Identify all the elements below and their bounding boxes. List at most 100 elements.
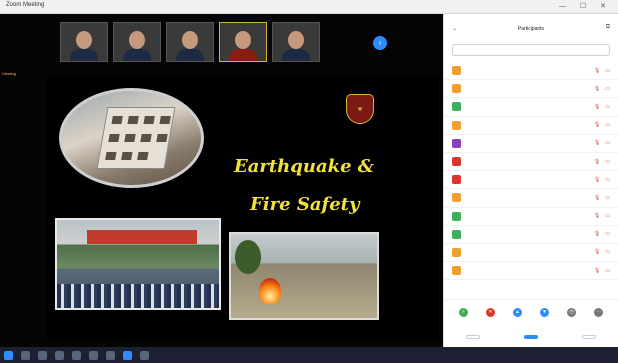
- participant-face: [76, 31, 92, 49]
- video-off-icon[interactable]: ▭: [605, 122, 610, 128]
- panel-action-buttons: [444, 331, 618, 343]
- search-icon[interactable]: [21, 350, 30, 360]
- participant-row[interactable]: 🎙 ▭: [444, 189, 618, 208]
- video-tile[interactable]: [60, 22, 108, 62]
- avatar: [452, 266, 461, 276]
- participant-row[interactable]: 🎙 ▭: [444, 117, 618, 135]
- mic-muted-icon[interactable]: 🎙: [594, 159, 600, 165]
- mic-muted-icon[interactable]: 🎙: [594, 68, 600, 74]
- video-tile[interactable]: [272, 22, 320, 62]
- feedback-button[interactable]: ✓: [459, 308, 468, 319]
- mic-muted-icon[interactable]: 🎙: [594, 213, 600, 219]
- participant-row[interactable]: 🎙 ▭: [444, 62, 618, 81]
- mic-muted-icon[interactable]: 🎙: [594, 86, 600, 92]
- up-icon: ▲: [513, 308, 522, 317]
- task-view-icon[interactable]: [38, 350, 47, 360]
- video-off-icon[interactable]: ▭: [605, 249, 610, 255]
- avatar: [452, 193, 461, 203]
- video-off-icon[interactable]: ▭: [605, 86, 610, 92]
- avatar: [452, 102, 461, 112]
- zoom-app-icon[interactable]: [123, 350, 132, 360]
- participant-row[interactable]: 🎙 ▭: [444, 135, 618, 153]
- video-off-icon[interactable]: ▭: [605, 268, 610, 274]
- video-off-icon[interactable]: ▭: [605, 231, 610, 237]
- feedback-button[interactable]: ✕: [486, 308, 495, 319]
- participant-row[interactable]: 🎙 ▭: [444, 98, 618, 117]
- avatar: [452, 175, 461, 185]
- avatar: [452, 247, 461, 257]
- video-off-icon[interactable]: ▭: [605, 68, 610, 74]
- mic-muted-icon[interactable]: 🎙: [594, 122, 600, 128]
- collapsed-building-photo: [59, 88, 204, 188]
- school-drill-photo: [55, 218, 221, 310]
- mail-icon[interactable]: [89, 350, 98, 360]
- participant-row[interactable]: 🎙 ▭: [444, 80, 618, 99]
- video-tile[interactable]: [113, 22, 161, 62]
- video-off-icon[interactable]: ▭: [605, 177, 610, 183]
- mic-muted-icon[interactable]: 🎙: [594, 195, 600, 201]
- video-off-icon[interactable]: ▭: [605, 104, 610, 110]
- mic-muted-icon[interactable]: 🎙: [594, 140, 600, 146]
- participant-face: [235, 31, 251, 49]
- feedback-button[interactable]: ◷: [567, 308, 576, 319]
- avatar: [452, 120, 461, 130]
- video-tile[interactable]: [219, 22, 267, 62]
- chevron-right-icon: ›: [378, 38, 382, 47]
- feedback-button[interactable]: ▼: [540, 308, 549, 319]
- fire-drill-photo: [229, 232, 379, 320]
- meeting-stage: › Viewing ★ Earthquake & Fire Safety: [0, 14, 443, 347]
- participant-row[interactable]: 🎙 ▭: [444, 244, 618, 263]
- avatar: [452, 84, 461, 94]
- participant-row[interactable]: 🎙 ▭: [444, 171, 618, 190]
- participants-panel: ⌄ Participants ⧉ 🎙 ▭ 🎙 ▭ 🎙 ▭ 🎙 ▭ 🎙 ▭ 🎙 ▭ 🎙 ▭ 🎙 ▭ 🎙 ▭ 🎙 ▭ 🎙 ▭ 🎙…: [443, 14, 618, 347]
- mic-muted-icon[interactable]: 🎙: [594, 249, 600, 255]
- down-icon: ▼: [540, 308, 549, 317]
- popout-icon[interactable]: ⧉: [606, 24, 610, 31]
- avatar: [452, 157, 461, 167]
- window-controls[interactable]: — ☐ ✕: [559, 2, 612, 10]
- browser-icon[interactable]: [72, 350, 81, 360]
- participant-row[interactable]: 🎙 ▭: [444, 226, 618, 244]
- mic-muted-icon[interactable]: 🎙: [594, 177, 600, 183]
- video-off-icon[interactable]: ▭: [605, 140, 610, 146]
- participant-face: [288, 31, 304, 49]
- panel-header: ⌄ Participants ⧉: [444, 14, 618, 44]
- participant-body: [176, 49, 204, 61]
- participant-face: [129, 31, 145, 49]
- mic-muted-icon[interactable]: 🎙: [594, 231, 600, 237]
- panel-title: Participants: [517, 26, 545, 32]
- window-title: Zoom Meeting: [6, 2, 45, 8]
- mic-muted-icon[interactable]: 🎙: [594, 268, 600, 274]
- document-app-icon[interactable]: [140, 350, 149, 360]
- check-icon: ✓: [459, 308, 468, 317]
- file-explorer-icon[interactable]: [55, 350, 64, 360]
- store-icon[interactable]: [106, 350, 115, 360]
- avatar: [452, 229, 461, 239]
- participant-body: [70, 49, 98, 61]
- video-off-icon[interactable]: ▭: [605, 213, 610, 219]
- more-options-button[interactable]: [582, 335, 596, 339]
- windows-taskbar: [0, 347, 618, 363]
- mic-muted-icon[interactable]: 🎙: [594, 104, 600, 110]
- start-icon[interactable]: [4, 350, 13, 360]
- participant-row[interactable]: 🎙 ▭: [444, 262, 618, 281]
- gallery-next-button[interactable]: ›: [373, 36, 387, 50]
- participant-body: [123, 49, 151, 61]
- participant-search-input[interactable]: [452, 44, 610, 56]
- video-tile[interactable]: [166, 22, 214, 62]
- video-off-icon[interactable]: ▭: [605, 159, 610, 165]
- feedback-button[interactable]: ▲: [513, 308, 522, 319]
- feedback-button[interactable]: ⋯: [594, 308, 603, 319]
- video-off-icon[interactable]: ▭: [605, 195, 610, 201]
- participant-row[interactable]: 🎙 ▭: [444, 153, 618, 172]
- share-status-label: Viewing: [2, 71, 16, 76]
- participant-body: [282, 49, 310, 61]
- participant-row[interactable]: 🎙 ▭: [444, 208, 618, 226]
- invite-button[interactable]: [466, 335, 480, 339]
- gallery-strip: [60, 22, 320, 62]
- slide-title-line1: Earthquake &: [234, 156, 375, 177]
- nonverbal-feedback-bar: ✓ ✕ ▲ ▼ ◷ ⋯: [444, 299, 618, 327]
- fire-bureau-emblem: ★: [346, 94, 374, 124]
- mute-all-button[interactable]: [524, 335, 538, 339]
- window-titlebar: Zoom Meeting — ☐ ✕: [0, 0, 618, 14]
